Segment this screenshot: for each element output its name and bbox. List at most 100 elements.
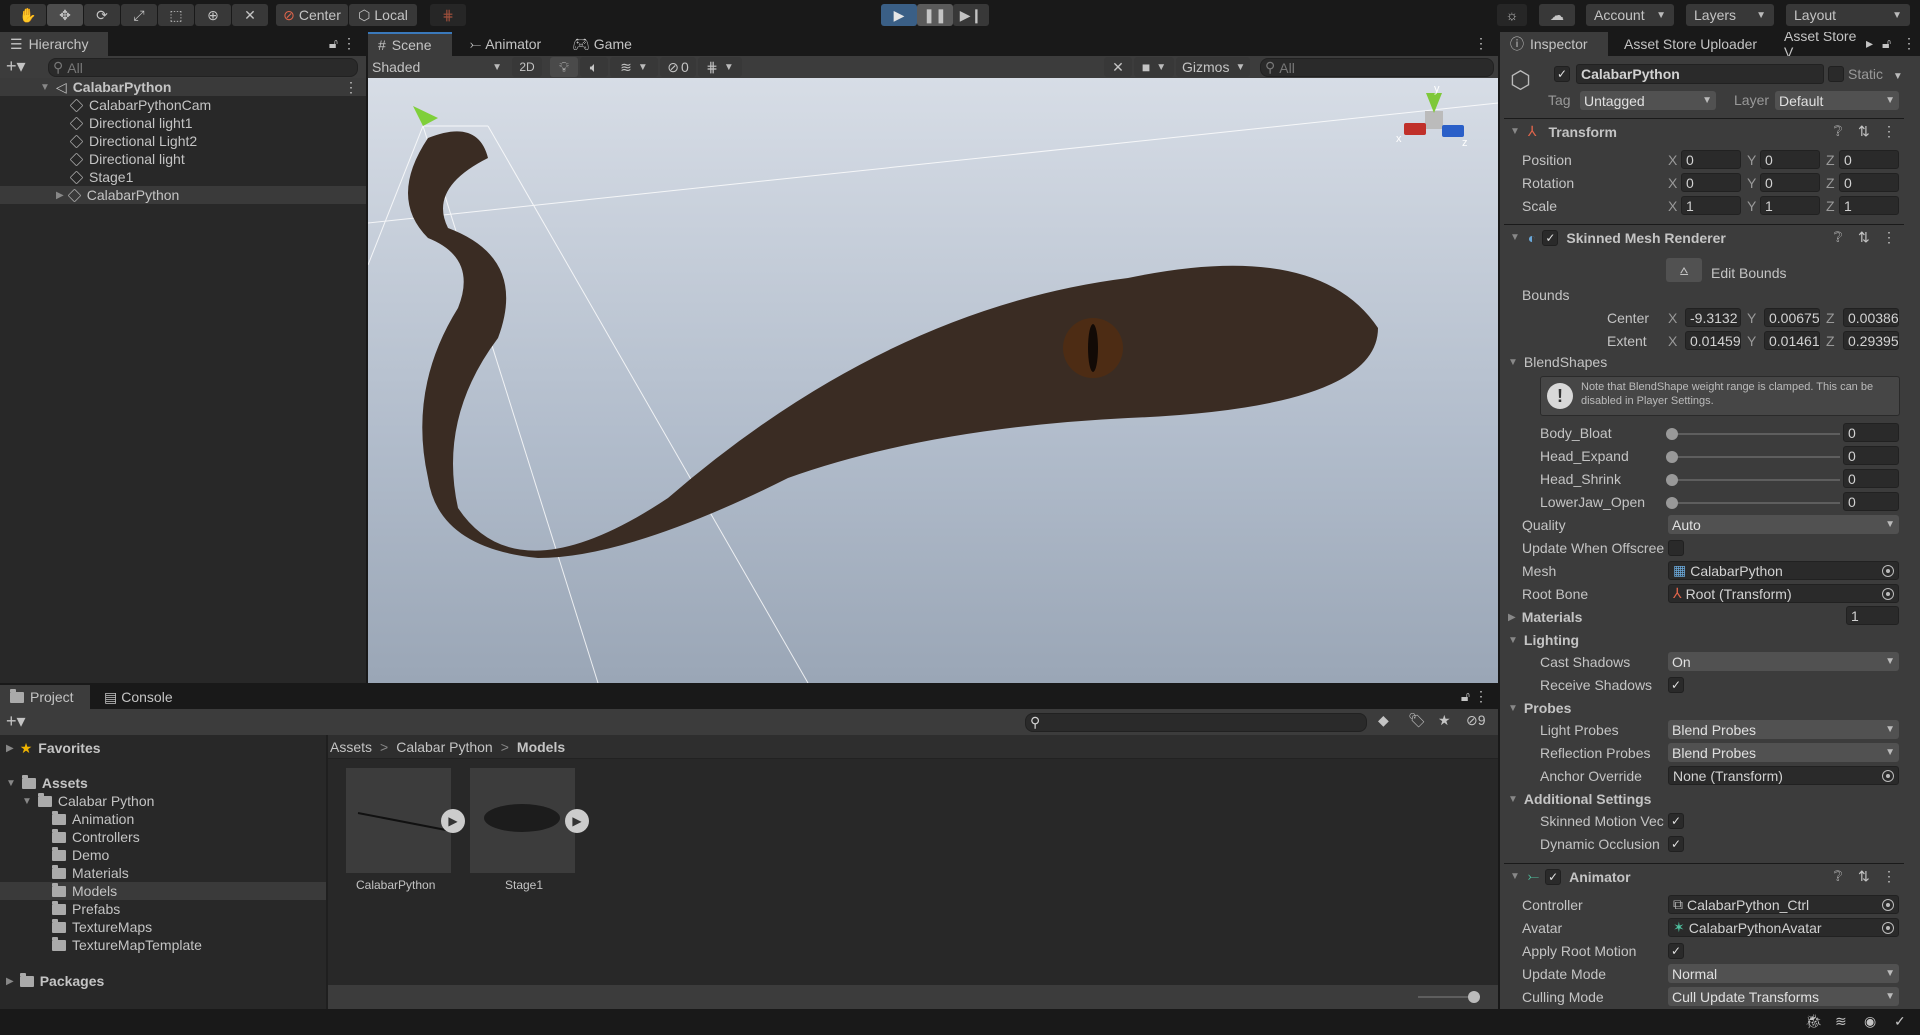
splitter[interactable]	[326, 735, 328, 1009]
star-icon[interactable]: ★	[1438, 712, 1451, 729]
play-button[interactable]: ▶	[881, 4, 917, 26]
assets-item[interactable]: ▼ Assets	[6, 774, 88, 792]
expand-arrow-icon[interactable]: ▶	[6, 976, 14, 987]
smr-enabled-checkbox[interactable]: ✓	[1542, 229, 1559, 246]
expand-arrow-icon[interactable]: ▶	[56, 190, 64, 201]
blendshape-slider-knob[interactable]	[1666, 474, 1678, 486]
pause-button[interactable]: ❚❚	[917, 4, 953, 26]
dynamic-occlusion-checkbox[interactable]: ✓	[1668, 836, 1684, 852]
reflection-probes-dropdown[interactable]: Blend Probes ▼	[1668, 743, 1899, 762]
camera-dropdown[interactable]: ■ ▼	[1134, 57, 1174, 77]
static-dropdown[interactable]: Static ▼	[1848, 66, 1903, 82]
object-picker-icon[interactable]	[1882, 564, 1894, 577]
label-icon[interactable]: 🏷︎	[1408, 712, 1426, 729]
step-button[interactable]: ▶❙	[953, 4, 989, 26]
cache-icon[interactable]: ≋	[1835, 1013, 1847, 1030]
more-icon[interactable]: ⋮	[1902, 35, 1916, 52]
smr-header[interactable]: ▼ ◐ ✓ Skinned Mesh Renderer ❔︎ ⇅ ⋮	[1504, 224, 1904, 250]
more-icon[interactable]: ⋮	[1474, 688, 1488, 705]
expand-arrow-icon[interactable]: ▼	[1508, 794, 1518, 805]
services-button[interactable]: ☼	[1497, 4, 1527, 26]
tab-scene[interactable]: # Scene	[368, 32, 452, 56]
hierarchy-root-item[interactable]: ▼ ◁ CalabarPython ⋮	[0, 78, 366, 96]
add-icon[interactable]: +▾	[6, 56, 26, 77]
gizmo-z-axis[interactable]	[1442, 125, 1464, 137]
help-icon[interactable]: ❔︎	[1834, 123, 1842, 140]
hierarchy-item[interactable]: Directional light	[0, 150, 366, 168]
blendshape-value-input[interactable]: 0	[1843, 446, 1899, 465]
gizmos-dropdown[interactable]: Gizmos ▼	[1176, 57, 1250, 77]
rect-tool-button[interactable]: ⬚	[158, 4, 194, 26]
more-icon[interactable]: ⋮	[344, 79, 358, 96]
more-icon[interactable]: ⋮	[1474, 35, 1488, 52]
lock-icon[interactable]: 🔓︎	[1461, 688, 1470, 705]
lighting-icon[interactable]: ◉	[1864, 1013, 1876, 1030]
additional-settings-foldout[interactable]: ▼ Additional Settings	[1508, 790, 1651, 808]
lock-icon[interactable]: 🔓︎	[329, 35, 338, 52]
blendshape-slider-knob[interactable]	[1666, 451, 1678, 463]
hierarchy-search-input[interactable]: ⚲ All	[48, 58, 358, 77]
transform-y-input[interactable]: 0	[1760, 150, 1820, 169]
layers-dropdown[interactable]: Layers ▼	[1686, 4, 1774, 26]
gizmo-x-axis[interactable]	[1404, 123, 1426, 135]
edit-bounds-button[interactable]: ⩟	[1666, 258, 1702, 282]
blendshape-value-input[interactable]: 0	[1843, 469, 1899, 488]
chevron-right-icon[interactable]: ▸	[1866, 35, 1873, 52]
materials-foldout[interactable]: ▶ Materials	[1508, 608, 1582, 626]
blendshapes-foldout[interactable]: ▼ BlendShapes	[1508, 353, 1607, 371]
avatar-field[interactable]: ✶ CalabarPythonAvatar	[1668, 918, 1899, 937]
expand-arrow-icon[interactable]: ▼	[1508, 357, 1518, 368]
expand-arrow-icon[interactable]: ▼	[1510, 232, 1520, 243]
tab-console[interactable]: ▤ Console	[94, 685, 183, 709]
more-icon[interactable]: ⋮	[1882, 229, 1896, 246]
tab-asset-store-uploader[interactable]: Asset Store Uploader	[1614, 32, 1767, 56]
cloud-button[interactable]: ☁	[1539, 4, 1575, 26]
transform-z-input[interactable]: 0	[1839, 150, 1899, 169]
folder-item[interactable]: Animation	[0, 810, 326, 828]
apply-root-motion-checkbox[interactable]: ✓	[1668, 943, 1684, 959]
motion-vectors-checkbox[interactable]: ✓	[1668, 813, 1684, 829]
gizmo-y-axis[interactable]	[1426, 93, 1442, 113]
bounds-center-y-input[interactable]: 0.00675	[1764, 308, 1820, 327]
2d-toggle[interactable]: 2D	[512, 57, 542, 77]
tab-asset-store[interactable]: Asset Store V	[1774, 32, 1870, 56]
play-preview-button[interactable]: ▶	[441, 809, 465, 833]
presets-icon[interactable]: ⇅	[1858, 229, 1870, 246]
object-picker-icon[interactable]	[1882, 898, 1894, 911]
packages-item[interactable]: ▶ Packages	[6, 972, 104, 990]
more-icon[interactable]: ⋮	[1882, 123, 1896, 140]
expand-arrow-icon[interactable]: ▼	[1508, 703, 1518, 714]
transform-x-input[interactable]: 1	[1681, 196, 1741, 215]
scene-viewport[interactable]: y x z	[368, 78, 1498, 683]
update-mode-dropdown[interactable]: Normal ▼	[1668, 964, 1899, 983]
filter-type-icon[interactable]: ◆	[1378, 712, 1389, 729]
breadcrumb-calabar[interactable]: Calabar Python	[396, 739, 493, 755]
effects-dropdown[interactable]: ≋ ▼	[610, 57, 658, 77]
object-picker-icon[interactable]	[1882, 587, 1894, 600]
object-picker-icon[interactable]	[1882, 921, 1894, 934]
zoom-slider-knob[interactable]	[1468, 991, 1480, 1003]
transform-z-input[interactable]: 0	[1839, 173, 1899, 192]
hierarchy-item[interactable]: Directional Light2	[0, 132, 366, 150]
tab-hierarchy[interactable]: ☰ Hierarchy	[0, 32, 108, 56]
static-checkbox[interactable]	[1828, 66, 1844, 82]
move-tool-button[interactable]: ✥	[47, 4, 83, 26]
help-icon[interactable]: ❔︎	[1834, 229, 1842, 246]
probes-foldout[interactable]: ▼ Probes	[1508, 699, 1571, 717]
more-icon[interactable]: ⋮	[342, 35, 356, 52]
object-picker-icon[interactable]	[1882, 769, 1894, 782]
transform-z-input[interactable]: 1	[1839, 196, 1899, 215]
lighting-toggle[interactable]: 💡︎	[550, 57, 578, 77]
presets-icon[interactable]: ⇅	[1858, 123, 1870, 140]
cast-shadows-dropdown[interactable]: On ▼	[1668, 652, 1899, 671]
folder-item[interactable]: TextureMaps	[0, 918, 326, 936]
lighting-foldout[interactable]: ▼ Lighting	[1508, 631, 1579, 649]
grid-dropdown[interactable]: ⋕ ▼	[698, 57, 742, 77]
expand-arrow-icon[interactable]: ▼	[6, 778, 16, 789]
transform-y-input[interactable]: 0	[1760, 173, 1820, 192]
quality-dropdown[interactable]: Auto ▼	[1668, 515, 1899, 534]
audio-toggle[interactable]: 🔈︎	[580, 57, 608, 77]
play-preview-button[interactable]: ▶	[565, 809, 589, 833]
layout-dropdown[interactable]: Layout ▼	[1786, 4, 1910, 26]
receive-shadows-checkbox[interactable]: ✓	[1668, 677, 1684, 693]
